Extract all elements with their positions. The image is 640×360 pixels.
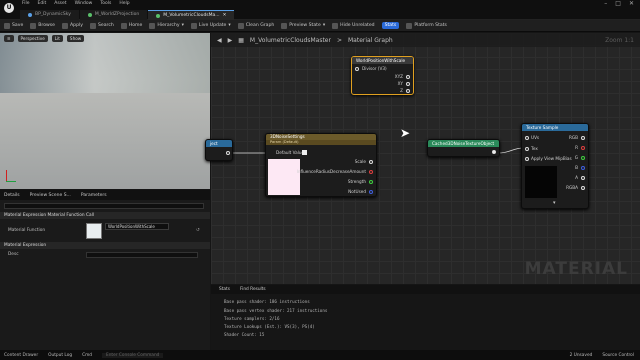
tab-stats[interactable]: Stats xyxy=(219,287,230,292)
output-pin[interactable] xyxy=(369,160,373,164)
node-object-partial[interactable]: ject xyxy=(205,139,233,161)
stats-line: Base pass vertex shader: 217 instruction… xyxy=(224,308,328,313)
graph-watermark: MATERIAL xyxy=(524,259,628,279)
color-preview xyxy=(268,159,300,195)
tab-find-results[interactable]: Find Results xyxy=(240,287,266,292)
content-drawer-button[interactable]: Content Drawer xyxy=(4,353,38,358)
console-input[interactable]: Enter Console Command xyxy=(101,352,164,358)
output-pin[interactable] xyxy=(406,82,410,86)
output-pin[interactable] xyxy=(581,156,585,160)
input-pin[interactable] xyxy=(525,136,529,140)
output-pin[interactable] xyxy=(492,150,496,154)
input-pin[interactable] xyxy=(525,147,529,151)
input-pin[interactable] xyxy=(525,157,529,161)
output-pin[interactable] xyxy=(581,136,585,140)
source-control-button[interactable]: Source Control xyxy=(602,353,634,358)
texture-preview xyxy=(525,166,557,198)
output-pin[interactable] xyxy=(406,75,410,79)
node-world-position-with-scale[interactable]: WorldPositionWithScale Divisor (V3) XYZ … xyxy=(351,56,414,95)
status-right: 2 Unsaved Source Control xyxy=(570,350,634,360)
output-log-button[interactable]: Output Log xyxy=(48,353,72,358)
stats-line: Base pass shader: 186 instructions xyxy=(224,299,310,304)
output-pin[interactable] xyxy=(581,186,585,190)
color-swatch[interactable] xyxy=(302,150,307,155)
output-pin[interactable] xyxy=(581,176,585,180)
output-pin[interactable] xyxy=(581,166,585,170)
output-pin[interactable] xyxy=(226,151,230,155)
stats-tabs: Stats Find Results xyxy=(211,285,640,294)
stats-line: Shader Count: 15 xyxy=(224,332,265,337)
unsaved-button[interactable]: 2 Unsaved xyxy=(570,353,593,358)
input-pin[interactable] xyxy=(355,67,359,71)
chevron-down-icon[interactable]: ▾ xyxy=(553,200,556,206)
output-pin[interactable] xyxy=(369,180,373,184)
status-bar: Content Drawer Output Log Cmd Enter Cons… xyxy=(0,350,640,360)
output-pin[interactable] xyxy=(406,89,410,93)
node-cached-3d-noise-texture[interactable]: Cached3DNoiseTextureObject xyxy=(427,139,500,157)
mouse-cursor-icon: ➤ xyxy=(400,126,411,140)
stats-line: Texture samplers: 2/16 xyxy=(224,316,280,321)
output-pin[interactable] xyxy=(369,170,373,174)
node-texture-sample[interactable]: Texture Sample UVs Tex Apply View MipBia… xyxy=(521,123,589,209)
output-pin[interactable] xyxy=(369,190,373,194)
node-3d-noise-settings[interactable]: 3DNoiseSettings Param (Default) Default … xyxy=(265,133,377,197)
stats-line: Texture Lookups (Est.): VS(3), PS(4) xyxy=(224,324,315,329)
output-pin[interactable] xyxy=(581,146,585,150)
cmd-dropdown[interactable]: Cmd xyxy=(82,353,92,358)
